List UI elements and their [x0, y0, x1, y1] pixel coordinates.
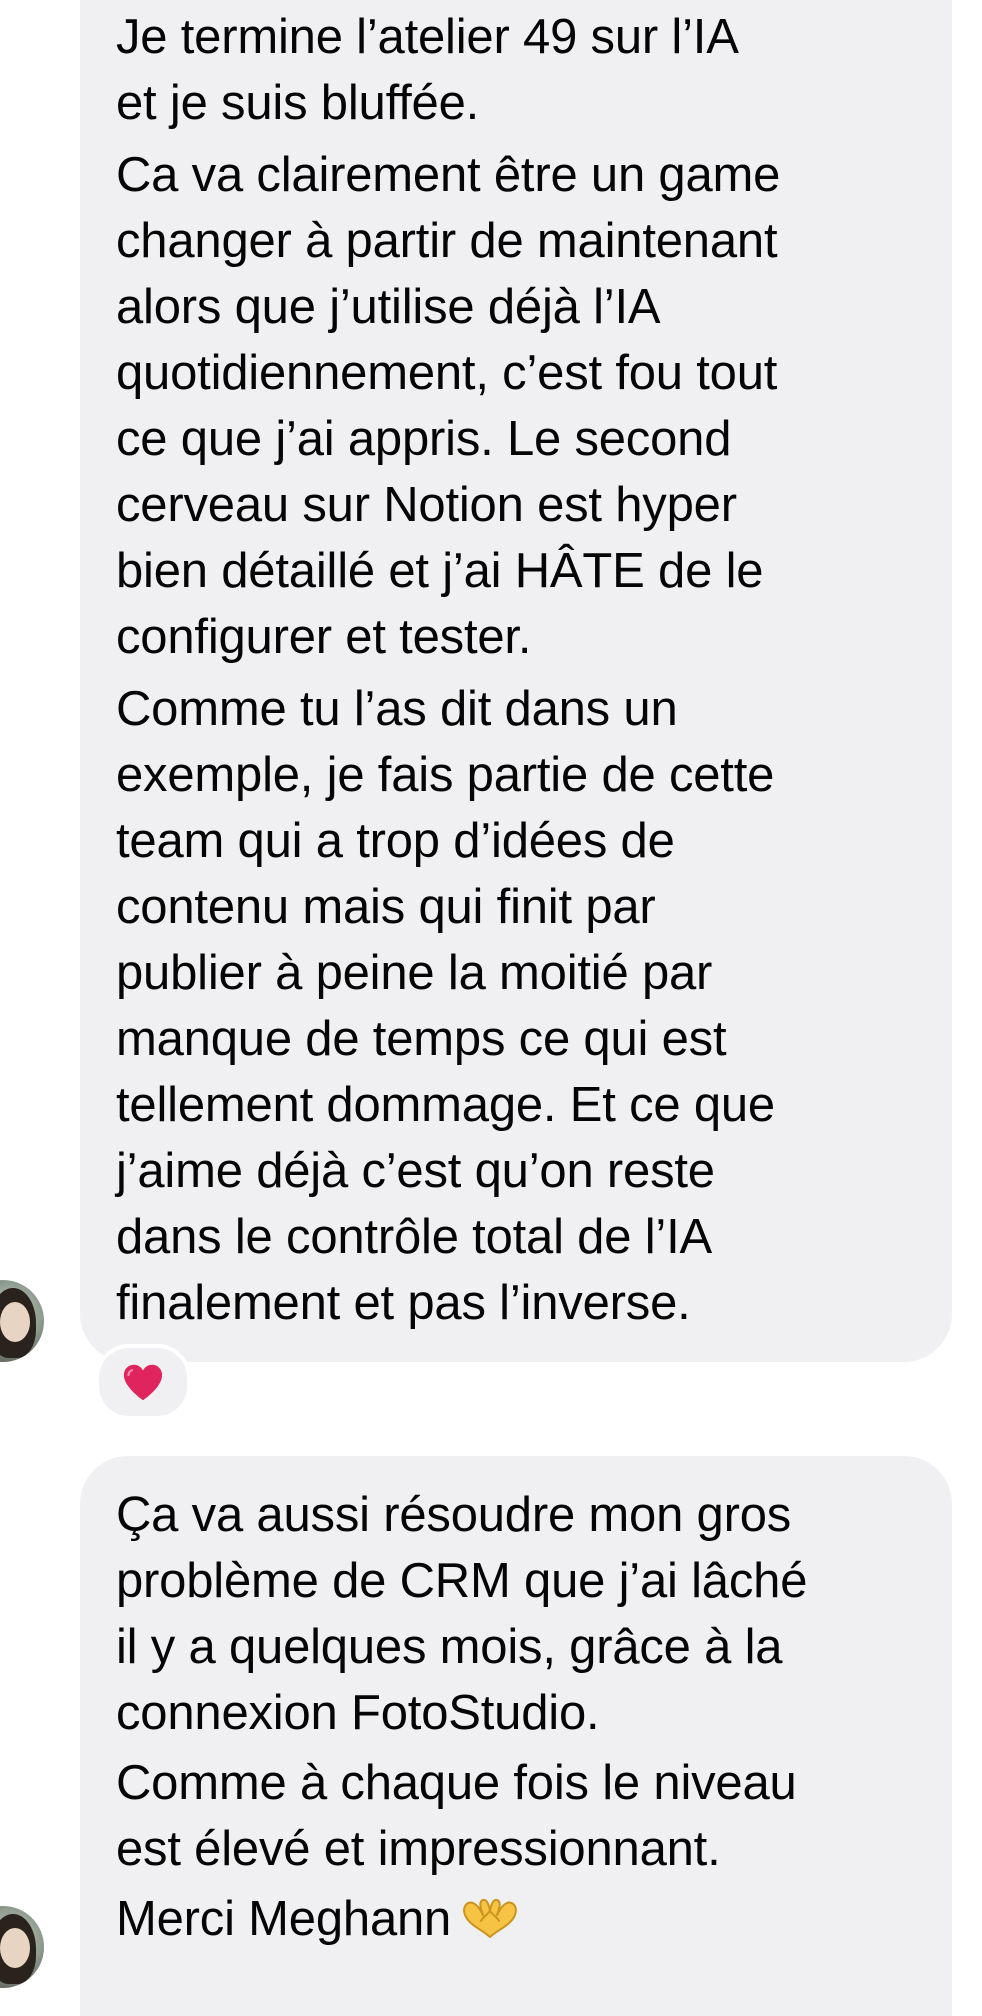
sender-avatar[interactable] [0, 1906, 44, 1988]
heart-icon [123, 1364, 163, 1401]
reaction-badge[interactable] [95, 1344, 191, 1420]
avatar-face [0, 1928, 30, 1968]
avatar-face [0, 1302, 30, 1342]
message-paragraph: Je termine l’atelier 49 sur l’IA et je s… [116, 10, 739, 130]
closing-text: Merci Meghann [116, 1892, 452, 1946]
message-bubble[interactable]: Je termine l’atelier 49 sur l’IA et je s… [80, 0, 952, 1362]
message-paragraph: Comme à chaque fois le niveau est élevé … [116, 1756, 797, 1876]
message-paragraph: Merci Meghann [116, 1886, 928, 1952]
message-paragraph: Ca va clairement être un game changer à … [116, 148, 781, 664]
heart-hands-icon [463, 1898, 517, 1938]
message-bubble[interactable]: Ça va aussi résoudre mon gros problème d… [80, 1456, 952, 2016]
message-paragraph: Ça va aussi résoudre mon gros problème d… [116, 1488, 808, 1740]
sender-avatar[interactable] [0, 1280, 44, 1362]
message-paragraph: Comme tu l’as dit dans un exemple, je fa… [116, 682, 775, 1330]
